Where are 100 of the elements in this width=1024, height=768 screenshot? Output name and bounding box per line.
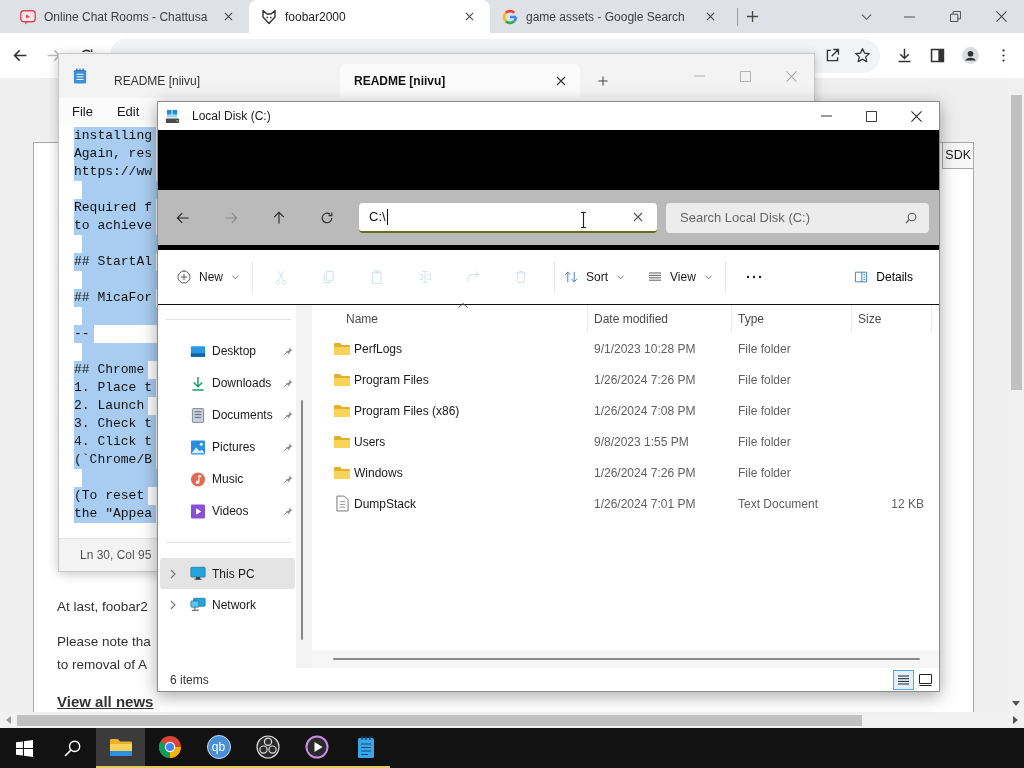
details-pane-icon [853, 269, 870, 285]
maximize-icon[interactable] [866, 110, 877, 122]
file-type: Text Document [737, 496, 820, 511]
close-icon[interactable] [706, 12, 715, 21]
text-cursor-icon [580, 211, 587, 228]
vertical-scrollbar[interactable] [296, 305, 312, 668]
modified-date: 9/8/2023 1:55 PM [593, 434, 690, 449]
segmented-circle-icon [157, 735, 182, 759]
column-header[interactable]: Date modified [588, 305, 732, 333]
notepad-icon [72, 68, 87, 84]
four-panes-icon[interactable] [15, 739, 33, 757]
caret-icon [704, 274, 712, 280]
side-panel-icon[interactable] [928, 47, 946, 64]
item-count: 6 items [170, 672, 209, 687]
cat-head-icon [261, 8, 277, 25]
browser-tab[interactable]: game assets - Google Search [490, 0, 731, 33]
browser-tab[interactable]: foobar2000 [249, 0, 490, 33]
close-icon[interactable] [995, 11, 1007, 22]
chevron-icon[interactable] [170, 568, 176, 579]
column-header[interactable]: Type [732, 305, 852, 333]
file-type: File folder [737, 372, 792, 387]
video-icon [190, 503, 206, 519]
chevron-icon[interactable] [170, 599, 176, 610]
file-name[interactable]: Windows [354, 465, 403, 480]
file-size: 12 KB [890, 496, 925, 511]
column-header[interactable]: Name [312, 305, 588, 333]
page-tab[interactable]: SDK [942, 143, 973, 169]
scroll-right-icon[interactable] [1013, 716, 1018, 724]
file-name[interactable]: PerfLogs [354, 341, 403, 356]
download-icon [190, 375, 206, 391]
caret-icon [232, 274, 239, 280]
sort-icon [563, 269, 579, 285]
file-type: File folder [737, 341, 792, 356]
text-file-icon [336, 495, 349, 512]
more-icon[interactable] [745, 275, 762, 279]
close-icon[interactable] [556, 76, 566, 86]
menu-item[interactable]: File [72, 104, 93, 119]
scroll-down-icon[interactable] [1012, 701, 1020, 706]
nav-item[interactable]: Videos [158, 495, 296, 527]
view-button[interactable]: View [643, 260, 716, 294]
pin-icon[interactable] [283, 410, 293, 420]
new-tab-icon[interactable] [746, 10, 759, 23]
view-all-news-link[interactable]: View all news [57, 692, 154, 712]
details-button[interactable]: Details [849, 260, 917, 294]
horizontal-scrollbar[interactable] [312, 650, 939, 668]
taskbar-button[interactable] [96, 728, 145, 768]
folder-icon [333, 372, 351, 387]
new-button[interactable]: New [172, 260, 243, 294]
file-type: File folder [737, 434, 792, 449]
pin-icon[interactable] [283, 346, 293, 356]
file-name[interactable]: DumpStack [354, 496, 417, 511]
share-icon[interactable] [824, 47, 841, 64]
sort-button[interactable]: Sort [559, 260, 629, 294]
chat-bubble-icon [20, 8, 36, 25]
play-circle-icon [304, 735, 329, 759]
address-field[interactable]: C:\ [359, 202, 657, 233]
search-icon[interactable] [63, 739, 81, 757]
nav-item[interactable]: Network [160, 589, 295, 620]
editor-tab[interactable]: README [niivu] [340, 64, 580, 98]
pin-icon[interactable] [283, 474, 293, 484]
pin-icon[interactable] [283, 442, 293, 452]
new-tab-icon[interactable] [598, 76, 608, 86]
editor-tab[interactable]: README [niivu] [100, 64, 340, 98]
search-field[interactable]: Search Local Disk (C:) [666, 202, 929, 233]
horizontal-scrollbar[interactable] [0, 712, 1024, 728]
ring-icon [502, 8, 518, 25]
close-icon[interactable] [911, 110, 922, 122]
back-icon[interactable] [11, 47, 29, 64]
column-header[interactable]: Size [852, 305, 932, 333]
nav-item[interactable]: Documents [158, 399, 296, 431]
cursor-position: Ln 30, Col 95 [80, 548, 152, 562]
file-name[interactable]: Users [354, 434, 386, 449]
file-name[interactable]: Program Files [354, 372, 429, 387]
nav-item[interactable]: Music [158, 463, 296, 495]
sort-caret-icon [457, 303, 468, 308]
refresh-icon[interactable] [319, 209, 335, 226]
pin-icon[interactable] [283, 506, 293, 516]
nav-item[interactable]: Downloads [158, 367, 296, 399]
avatar-icon[interactable] [961, 47, 979, 64]
star-icon[interactable] [854, 47, 871, 64]
up-arrow-icon[interactable] [271, 209, 287, 226]
nav-item[interactable]: This PC [160, 558, 295, 589]
folder-icon [333, 403, 351, 418]
close-icon[interactable] [465, 12, 474, 21]
restore-icon[interactable] [949, 11, 961, 22]
close-icon[interactable] [224, 12, 233, 21]
nav-item[interactable]: Desktop [158, 335, 296, 367]
menu-item[interactable]: Edit [116, 104, 140, 119]
modified-date: 1/26/2024 7:08 PM [593, 403, 697, 418]
aperture-icon [255, 735, 280, 759]
modified-date: 1/26/2024 7:01 PM [593, 496, 697, 511]
pin-icon[interactable] [283, 378, 293, 388]
file-type: File folder [737, 465, 792, 480]
window-title: Local Disk (C:) [192, 109, 271, 123]
nav-item[interactable]: Pictures [158, 431, 296, 463]
clear-icon[interactable] [633, 211, 643, 222]
details-view-icon[interactable] [893, 669, 914, 690]
file-name[interactable]: Program Files (x86) [354, 403, 460, 418]
chevron-icon[interactable] [860, 12, 872, 21]
browser-tab[interactable]: Online Chat Rooms - Chattusa [8, 0, 249, 33]
